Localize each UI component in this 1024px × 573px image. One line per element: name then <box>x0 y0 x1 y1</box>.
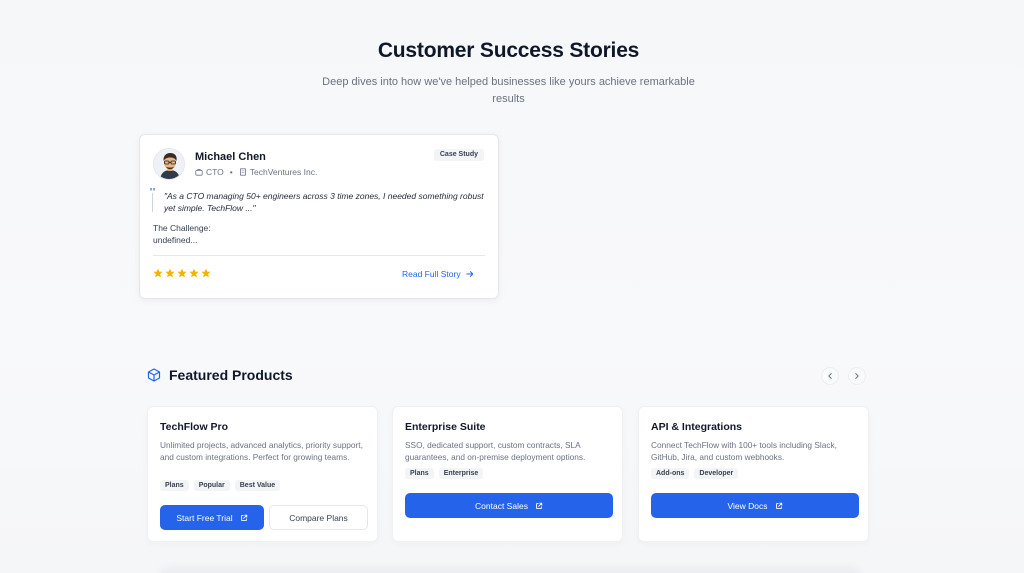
author-meta: CTO • TechVentures Inc. <box>195 167 317 177</box>
product-title: Enterprise Suite <box>405 421 486 433</box>
challenge-label: The Challenge: <box>153 223 211 233</box>
external-link-icon <box>240 514 247 521</box>
chevron-left-icon <box>828 373 832 379</box>
product-title: API & Integrations <box>651 421 743 433</box>
package-icon <box>147 368 161 382</box>
view-docs-button[interactable]: View Docs <box>651 493 859 518</box>
product-tag: Enterprise <box>438 468 484 479</box>
carousel-prev-button[interactable] <box>821 367 839 385</box>
product-tag: Plans <box>160 480 189 491</box>
person-avatar-icon <box>154 149 184 179</box>
product-tags: Plans Enterprise <box>405 468 484 479</box>
avatar <box>153 148 185 180</box>
carousel-next-button[interactable] <box>848 367 866 385</box>
product-title: TechFlow Pro <box>160 421 229 433</box>
featured-products-title: Featured Products <box>169 367 293 383</box>
star-icon <box>165 268 175 278</box>
product-card: API & Integrations Connect TechFlow with… <box>638 406 869 542</box>
star-icon <box>153 268 163 278</box>
building-icon <box>239 168 246 176</box>
page-title: Customer Success Stories <box>377 39 640 62</box>
author-name: Michael Chen <box>195 151 266 163</box>
product-tag: Developer <box>694 468 739 479</box>
product-tag: Best Value <box>234 480 281 491</box>
product-tag: Add-ons <box>651 468 690 479</box>
case-study-card: Michael Chen CTO • TechVentures Inc. Cas… <box>139 134 499 299</box>
compare-plans-button[interactable]: Compare Plans <box>269 505 368 530</box>
case-study-badge: Case Study <box>433 149 484 161</box>
contact-sales-button[interactable]: Contact Sales <box>405 493 613 518</box>
product-tags: Plans Popular Best Value <box>160 480 281 491</box>
author-role: CTO <box>206 167 224 177</box>
star-icon <box>201 268 211 278</box>
contact-sales-label: Contact Sales <box>475 500 528 511</box>
quote-icon <box>150 188 155 212</box>
separator-dot: • <box>229 167 233 177</box>
author-company: TechVentures Inc. <box>249 167 318 177</box>
product-tag: Plans <box>405 468 434 479</box>
start-free-trial-button[interactable]: Start Free Trial <box>160 505 264 530</box>
star-icon <box>189 268 199 278</box>
product-card: TechFlow Pro Unlimited projects, advance… <box>147 406 378 542</box>
external-link-icon <box>536 502 543 509</box>
external-link-icon <box>775 502 782 509</box>
read-full-story-link[interactable]: Read Full Story <box>402 269 474 279</box>
product-description: SSO, dedicated support, custom contracts… <box>405 440 586 462</box>
start-free-trial-label: Start Free Trial <box>176 512 233 523</box>
arrow-right-icon <box>465 271 473 277</box>
product-tags: Add-ons Developer <box>651 468 739 479</box>
challenge-text: undefined... <box>153 235 198 245</box>
card-divider <box>153 255 485 256</box>
chevron-right-icon <box>855 373 859 379</box>
next-section-edge <box>160 566 860 573</box>
featured-products-header: Featured Products <box>147 367 293 383</box>
rating-stars <box>153 268 211 278</box>
briefcase-icon <box>195 169 203 176</box>
compare-plans-label: Compare Plans <box>289 512 348 523</box>
product-description: Unlimited projects, advanced analytics, … <box>160 440 363 462</box>
view-docs-label: View Docs <box>727 500 768 511</box>
product-card: Enterprise Suite SSO, dedicated support,… <box>392 406 623 542</box>
page-subtitle: Deep dives into how we've helped busines… <box>322 76 695 105</box>
product-description: Connect TechFlow with 100+ tools includi… <box>651 440 837 462</box>
read-full-story-label: Read Full Story <box>402 269 461 279</box>
product-tag: Popular <box>193 480 230 491</box>
star-icon <box>177 268 187 278</box>
testimonial-quote: "As a CTO managing 50+ engineers across … <box>164 191 484 213</box>
